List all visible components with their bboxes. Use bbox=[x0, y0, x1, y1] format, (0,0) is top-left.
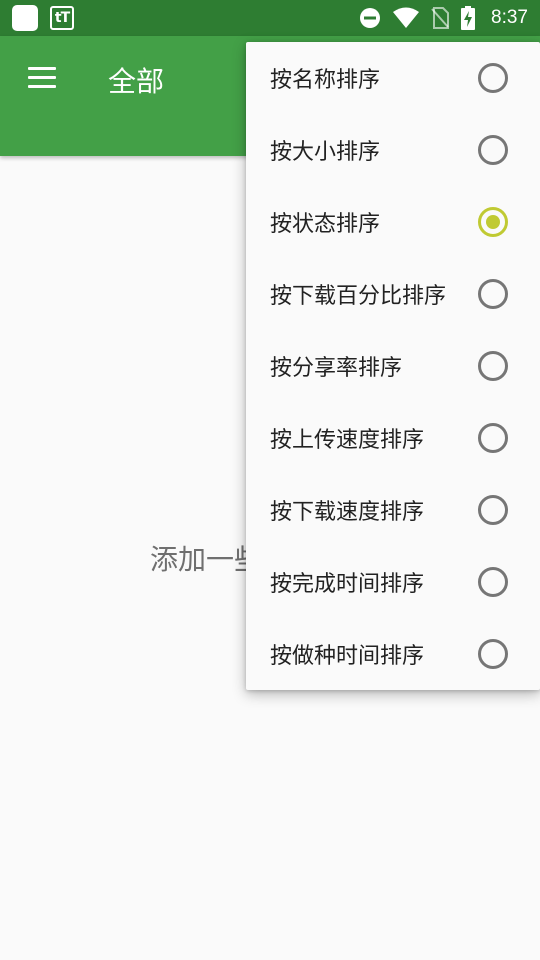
tt-app-icon: tT bbox=[50, 6, 74, 30]
radio-button[interactable] bbox=[478, 207, 508, 237]
radio-button[interactable] bbox=[478, 639, 508, 669]
wifi-icon bbox=[393, 7, 420, 28]
do-not-disturb-icon bbox=[360, 8, 381, 28]
menu-item-label: 按大小排序 bbox=[270, 140, 381, 165]
sort-by-upload-speed-option[interactable]: 按上传速度排序 bbox=[246, 402, 540, 474]
menu-item-label: 按名称排序 bbox=[270, 68, 381, 93]
radio-button[interactable] bbox=[478, 63, 508, 93]
sort-by-seeding-time-option[interactable]: 按做种时间排序 bbox=[246, 618, 540, 690]
sort-options-menu: 按名称排序 按大小排序 按状态排序 按下载百分比排序 按分享率排序 按上传速度排… bbox=[246, 42, 540, 690]
battery-charging-icon bbox=[461, 6, 476, 30]
sort-by-share-ratio-option[interactable]: 按分享率排序 bbox=[246, 330, 540, 402]
radio-button[interactable] bbox=[478, 279, 508, 309]
sort-by-download-percent-option[interactable]: 按下载百分比排序 bbox=[246, 258, 540, 330]
menu-item-label: 按完成时间排序 bbox=[270, 572, 425, 597]
sort-by-status-option[interactable]: 按状态排序 bbox=[246, 186, 540, 258]
radio-button[interactable] bbox=[478, 351, 508, 381]
menu-item-label: 按分享率排序 bbox=[270, 356, 403, 381]
hamburger-menu-icon[interactable] bbox=[28, 67, 56, 89]
menu-item-label: 按下载百分比排序 bbox=[270, 284, 447, 309]
notification-square-icon bbox=[12, 5, 38, 31]
radio-button[interactable] bbox=[478, 567, 508, 597]
menu-item-label: 按做种时间排序 bbox=[270, 644, 425, 669]
sort-by-size-option[interactable]: 按大小排序 bbox=[246, 114, 540, 186]
menu-item-label: 按状态排序 bbox=[270, 212, 381, 237]
sort-by-download-speed-option[interactable]: 按下载速度排序 bbox=[246, 474, 540, 546]
status-clock: 8:37 bbox=[491, 7, 528, 28]
radio-button[interactable] bbox=[478, 423, 508, 453]
radio-button[interactable] bbox=[478, 495, 508, 525]
sort-by-name-option[interactable]: 按名称排序 bbox=[246, 42, 540, 114]
page-title: 全部 bbox=[108, 65, 165, 98]
menu-item-label: 按上传速度排序 bbox=[270, 428, 425, 453]
radio-button[interactable] bbox=[478, 135, 508, 165]
sort-by-completion-time-option[interactable]: 按完成时间排序 bbox=[246, 546, 540, 618]
no-sim-icon bbox=[431, 7, 450, 29]
status-bar: tT 8:37 bbox=[0, 0, 540, 36]
menu-item-label: 按下载速度排序 bbox=[270, 500, 425, 525]
